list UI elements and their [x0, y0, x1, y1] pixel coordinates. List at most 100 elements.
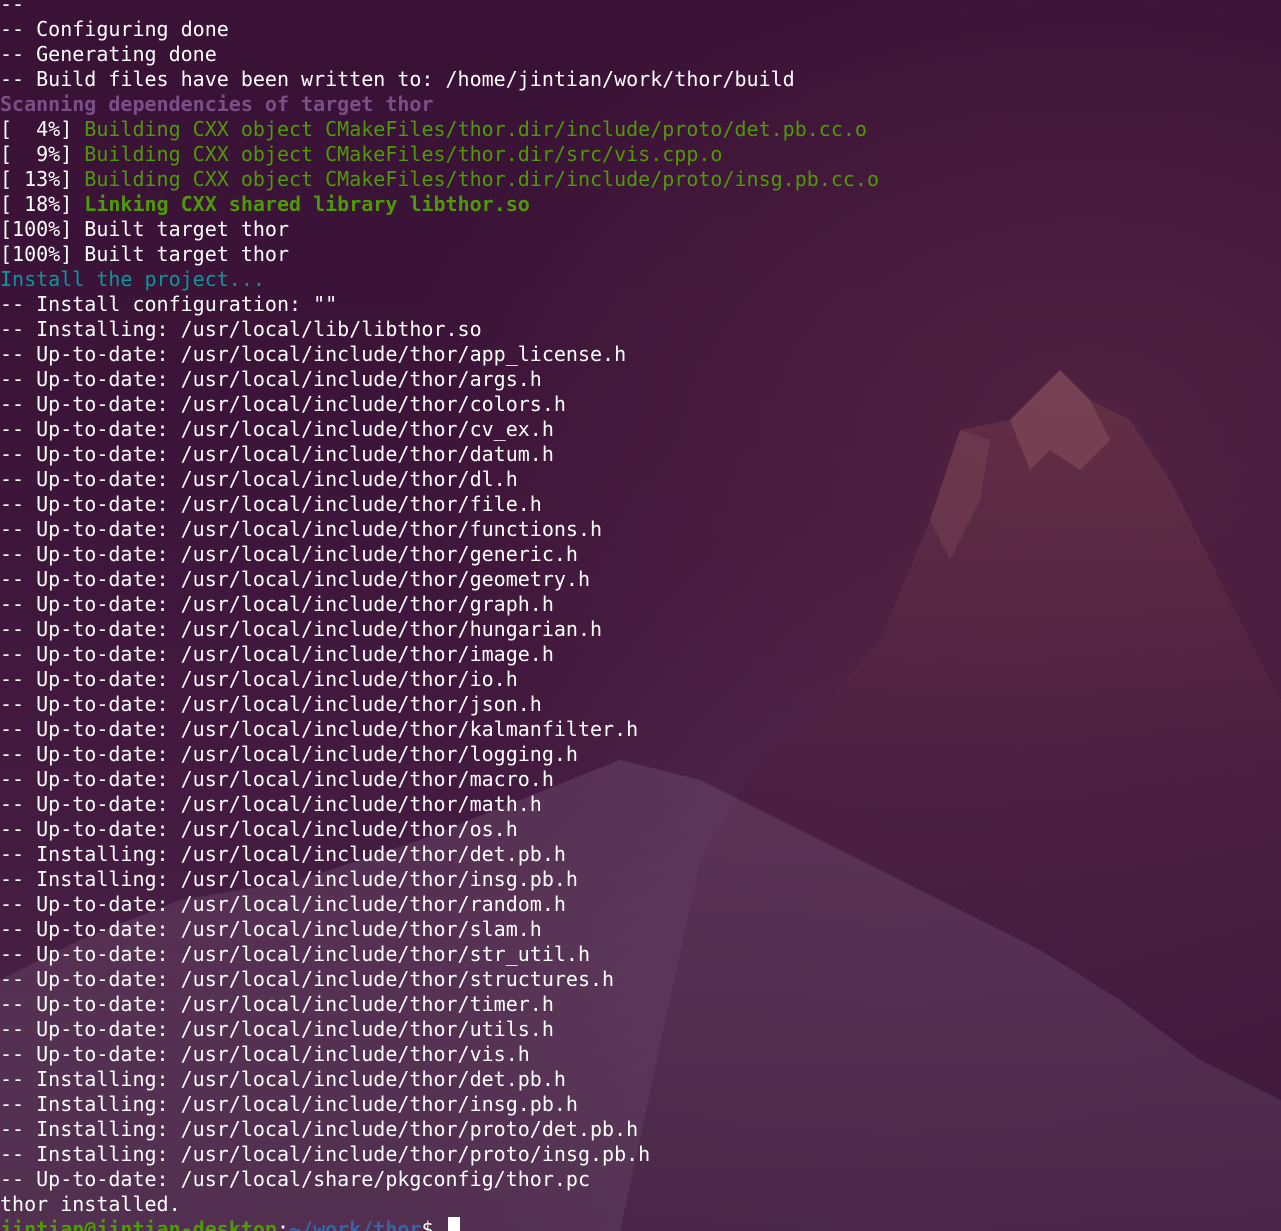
terminal-text-segment: -- Installing: /usr/local/include/thor/d… — [0, 842, 566, 866]
terminal-line: -- Generating done — [0, 42, 1281, 67]
terminal-line: -- Installing: /usr/local/lib/libthor.so — [0, 317, 1281, 342]
terminal-line: -- Up-to-date: /usr/local/include/thor/a… — [0, 367, 1281, 392]
terminal-line: -- Up-to-date: /usr/local/include/thor/g… — [0, 567, 1281, 592]
terminal-line: -- Up-to-date: /usr/local/include/thor/c… — [0, 392, 1281, 417]
terminal-text-segment: -- Installing: /usr/local/include/thor/i… — [0, 867, 578, 891]
terminal-text-segment: Building CXX object CMakeFiles/thor.dir/… — [84, 167, 880, 191]
terminal-text-segment: -- Up-to-date: /usr/local/include/thor/r… — [0, 892, 566, 916]
terminal-line: -- Up-to-date: /usr/local/include/thor/k… — [0, 717, 1281, 742]
terminal-text-segment: [ 18%] — [0, 192, 85, 216]
terminal-text-segment: [100%] Built target thor — [0, 217, 289, 241]
terminal-text-segment: -- Configuring done — [0, 17, 229, 41]
terminal-line: -- Up-to-date: /usr/local/include/thor/u… — [0, 1017, 1281, 1042]
terminal-text-segment: -- — [0, 0, 37, 16]
terminal-line: -- Installing: /usr/local/include/thor/i… — [0, 867, 1281, 892]
terminal-text-segment: -- Install configuration: "" — [0, 292, 338, 316]
terminal-line: -- Up-to-date: /usr/local/include/thor/d… — [0, 467, 1281, 492]
terminal-line: -- Up-to-date: /usr/local/include/thor/g… — [0, 542, 1281, 567]
terminal-line: -- Up-to-date: /usr/local/include/thor/i… — [0, 642, 1281, 667]
text-cursor[interactable] — [447, 1217, 460, 1231]
terminal-text-segment: Scanning dependencies of target thor — [0, 92, 434, 116]
terminal-text-segment: -- Up-to-date: /usr/local/include/thor/j… — [0, 692, 542, 716]
terminal-line: -- Install configuration: "" — [0, 292, 1281, 317]
terminal-line: [100%] Built target thor — [0, 242, 1281, 267]
terminal-text-segment: -- Up-to-date: /usr/local/include/thor/l… — [0, 742, 578, 766]
terminal-line: -- Up-to-date: /usr/local/include/thor/c… — [0, 417, 1281, 442]
terminal-text-segment: -- Up-to-date: /usr/local/include/thor/d… — [0, 442, 554, 466]
terminal-line: -- Up-to-date: /usr/local/include/thor/t… — [0, 992, 1281, 1017]
terminal-line: -- Installing: /usr/local/include/thor/p… — [0, 1142, 1281, 1167]
terminal-text-segment: -- Up-to-date: /usr/local/include/thor/a… — [0, 367, 542, 391]
terminal-text-segment: -- Up-to-date: /usr/local/include/thor/v… — [0, 1042, 530, 1066]
terminal-line: -- — [0, 0, 1281, 17]
terminal-line: -- Up-to-date: /usr/local/include/thor/s… — [0, 967, 1281, 992]
terminal-text-segment: thor installed. — [0, 1192, 181, 1216]
terminal-text-segment: -- Installing: /usr/local/lib/libthor.so — [0, 317, 482, 341]
terminal-text-segment: -- Up-to-date: /usr/local/include/thor/s… — [0, 967, 615, 991]
terminal-line: -- Up-to-date: /usr/local/share/pkgconfi… — [0, 1167, 1281, 1192]
terminal-text-segment: -- Installing: /usr/local/include/thor/p… — [0, 1117, 639, 1141]
terminal-text-segment: -- Up-to-date: /usr/local/include/thor/u… — [0, 1017, 554, 1041]
terminal-text-segment: -- Installing: /usr/local/include/thor/p… — [0, 1142, 651, 1166]
terminal-line: -- Up-to-date: /usr/local/include/thor/i… — [0, 667, 1281, 692]
terminal-text-segment: [ 13%] — [0, 167, 85, 191]
terminal-text-segment: -- Up-to-date: /usr/local/include/thor/m… — [0, 792, 542, 816]
terminal-text-segment: -- Installing: /usr/local/include/thor/i… — [0, 1092, 578, 1116]
terminal-line: [ 13%] Building CXX object CMakeFiles/th… — [0, 167, 1281, 192]
terminal-line: -- Up-to-date: /usr/local/include/thor/v… — [0, 1042, 1281, 1067]
terminal-text-segment: -- Up-to-date: /usr/local/include/thor/c… — [0, 392, 566, 416]
terminal-line: -- Installing: /usr/local/include/thor/p… — [0, 1117, 1281, 1142]
terminal-line: -- Up-to-date: /usr/local/include/thor/d… — [0, 442, 1281, 467]
shell-prompt-line[interactable]: jintian@jintian-desktop:~/work/thor$ — [0, 1217, 1281, 1231]
terminal-line: -- Configuring done — [0, 17, 1281, 42]
terminal-text-segment: -- Up-to-date: /usr/local/include/thor/f… — [0, 492, 542, 516]
terminal-line: -- Up-to-date: /usr/local/include/thor/m… — [0, 792, 1281, 817]
terminal-line: -- Installing: /usr/local/include/thor/d… — [0, 1067, 1281, 1092]
terminal-text-segment: -- Up-to-date: /usr/local/include/thor/t… — [0, 992, 554, 1016]
terminal-text-segment: -- Up-to-date: /usr/local/include/thor/a… — [0, 342, 627, 366]
terminal-text-segment: -- Up-to-date: /usr/local/include/thor/g… — [0, 592, 554, 616]
terminal-line: -- Up-to-date: /usr/local/include/thor/l… — [0, 742, 1281, 767]
terminal-line: Install the project... — [0, 267, 1281, 292]
terminal-line: -- Up-to-date: /usr/local/include/thor/f… — [0, 492, 1281, 517]
terminal-text-segment: [100%] Built target thor — [0, 242, 289, 266]
terminal-text-segment: -- Up-to-date: /usr/local/include/thor/m… — [0, 767, 554, 791]
prompt-symbol: $ — [421, 1217, 446, 1231]
terminal-text-segment: -- Up-to-date: /usr/local/include/thor/g… — [0, 542, 578, 566]
terminal-line: -- Up-to-date: /usr/local/include/thor/g… — [0, 592, 1281, 617]
terminal-line: -- Up-to-date: /usr/local/include/thor/j… — [0, 692, 1281, 717]
terminal-text-segment: -- Generating done — [0, 42, 217, 66]
terminal-line: -- Up-to-date: /usr/local/include/thor/s… — [0, 942, 1281, 967]
terminal-text-segment: -- Up-to-date: /usr/local/include/thor/s… — [0, 942, 591, 966]
terminal-text-segment: -- Up-to-date: /usr/local/include/thor/i… — [0, 667, 518, 691]
terminal-line: [100%] Built target thor — [0, 217, 1281, 242]
prompt-separator: : — [276, 1217, 289, 1231]
terminal-line: -- Up-to-date: /usr/local/include/thor/o… — [0, 817, 1281, 842]
terminal-text-segment: -- Installing: /usr/local/include/thor/d… — [0, 1067, 566, 1091]
terminal-text-segment: -- Up-to-date: /usr/local/include/thor/k… — [0, 717, 639, 741]
terminal-line: [ 9%] Building CXX object CMakeFiles/tho… — [0, 142, 1281, 167]
terminal-line: Scanning dependencies of target thor — [0, 92, 1281, 117]
terminal-text-segment: Building CXX object CMakeFiles/thor.dir/… — [84, 142, 723, 166]
terminal-text-segment: -- Up-to-date: /usr/local/include/thor/f… — [0, 517, 603, 541]
terminal-text-segment: -- Up-to-date: /usr/local/include/thor/i… — [0, 642, 554, 666]
terminal-line: -- Installing: /usr/local/include/thor/d… — [0, 842, 1281, 867]
terminal-text-segment: -- Up-to-date: /usr/local/include/thor/s… — [0, 917, 542, 941]
terminal-text-segment: -- Up-to-date: /usr/local/include/thor/c… — [0, 417, 554, 441]
terminal-text-segment: Building CXX object CMakeFiles/thor.dir/… — [84, 117, 867, 141]
terminal-text-segment: Install the project... — [0, 267, 265, 291]
terminal-output[interactable]: -- -- Configuring done -- Generating done… — [0, 0, 1281, 1231]
terminal-text-segment: -- Up-to-date: /usr/local/share/pkgconfi… — [0, 1167, 591, 1191]
terminal-line: [ 18%] Linking CXX shared library libtho… — [0, 192, 1281, 217]
terminal-text-segment: [ 9%] — [0, 142, 85, 166]
terminal-line: -- Up-to-date: /usr/local/include/thor/m… — [0, 767, 1281, 792]
terminal-line: -- Up-to-date: /usr/local/include/thor/s… — [0, 917, 1281, 942]
terminal-line: -- Up-to-date: /usr/local/include/thor/r… — [0, 892, 1281, 917]
terminal-text-segment: [ 4%] — [0, 117, 85, 141]
terminal-text-segment: -- Up-to-date: /usr/local/include/thor/g… — [0, 567, 591, 591]
terminal-text-segment: Linking CXX shared library libthor.so — [84, 192, 530, 216]
terminal-text-segment: -- Up-to-date: /usr/local/include/thor/d… — [0, 467, 518, 491]
terminal-line: -- Up-to-date: /usr/local/include/thor/h… — [0, 617, 1281, 642]
terminal-text-segment: -- Build files have been written to: /ho… — [0, 67, 795, 91]
terminal-line: [ 4%] Building CXX object CMakeFiles/tho… — [0, 117, 1281, 142]
